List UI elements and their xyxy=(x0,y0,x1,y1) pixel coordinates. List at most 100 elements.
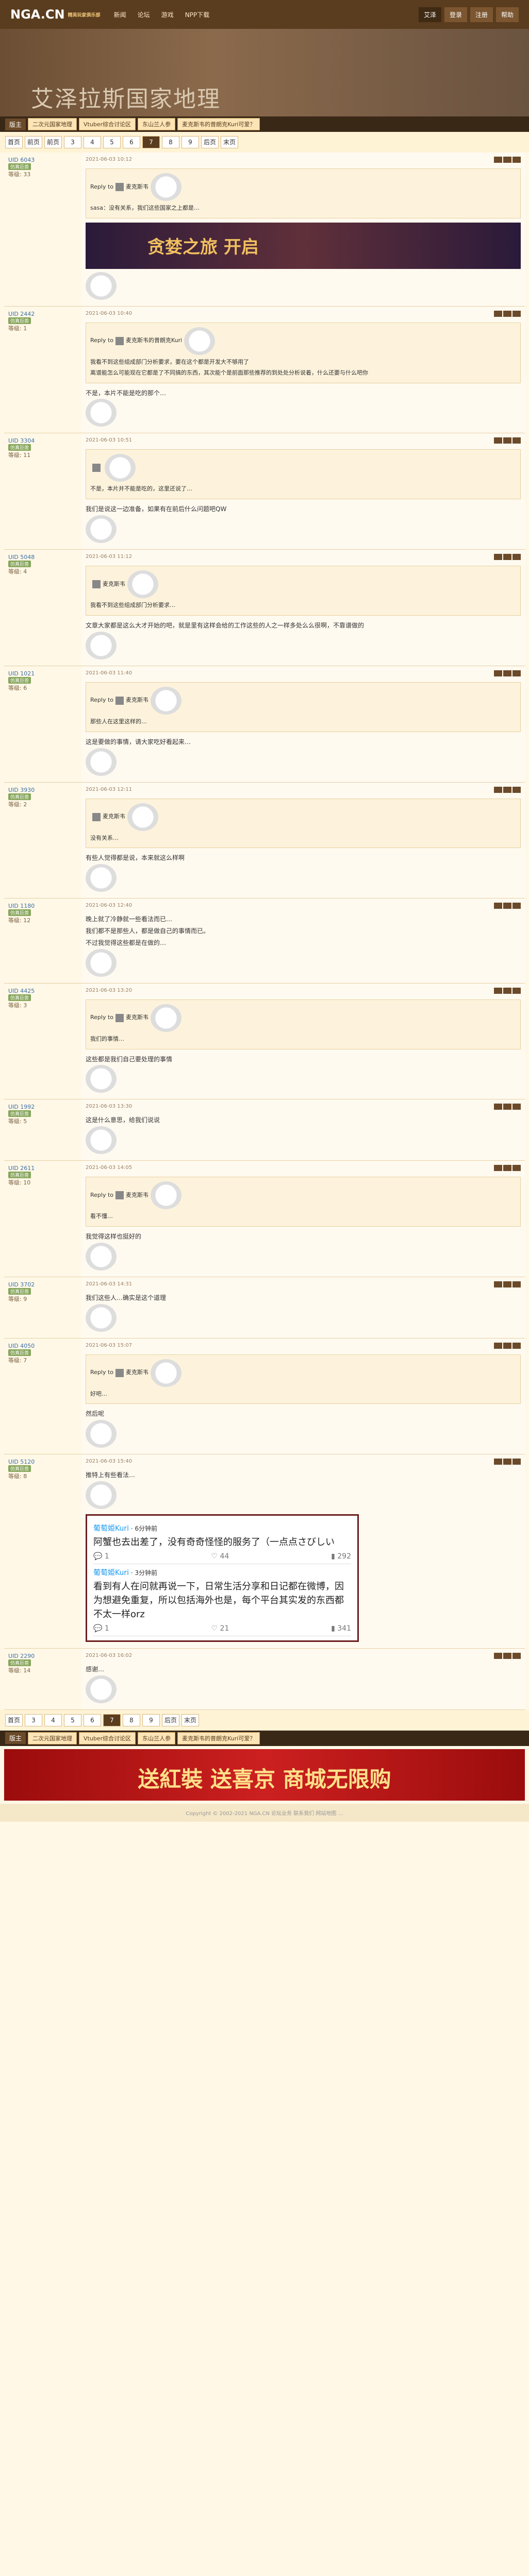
subforum-link-3[interactable]: 东山兰人参 xyxy=(138,118,176,130)
more-icon[interactable] xyxy=(513,903,521,909)
quote-icon[interactable] xyxy=(503,437,511,444)
more-icon[interactable] xyxy=(513,437,521,444)
page-9[interactable]: 9 xyxy=(142,1714,160,1726)
nav-item-download[interactable]: NPP下载 xyxy=(182,8,212,21)
page-first[interactable]: 首页 xyxy=(5,1714,23,1726)
game-banner-image[interactable]: 贪婪之旅 开启 xyxy=(86,222,521,269)
nav-item-forum[interactable]: 论坛 xyxy=(135,8,153,21)
author-uid[interactable]: UID 2442 xyxy=(8,311,77,317)
reply-count[interactable]: 💬 1 xyxy=(93,1552,109,1561)
quote-icon[interactable] xyxy=(503,987,511,994)
forum-home-button[interactable]: 艾泽 xyxy=(418,7,441,22)
page-7[interactable]: 7 xyxy=(103,1714,121,1726)
quote-icon[interactable] xyxy=(503,1281,511,1287)
quote-icon[interactable] xyxy=(503,1459,511,1465)
quote-icon[interactable] xyxy=(503,310,511,317)
reply-icon[interactable] xyxy=(494,310,502,317)
more-icon[interactable] xyxy=(513,1165,521,1172)
bottom-advertisement[interactable]: 送紅裝 送喜京 商城无限购 xyxy=(4,1749,525,1801)
more-icon[interactable] xyxy=(513,670,521,676)
register-button[interactable]: 注册 xyxy=(470,7,493,22)
avatar[interactable] xyxy=(115,696,124,705)
quote-icon[interactable] xyxy=(503,554,511,561)
more-icon[interactable] xyxy=(513,1104,521,1110)
help-button[interactable]: 帮助 xyxy=(495,7,519,22)
quote-icon[interactable] xyxy=(503,1342,511,1349)
avatar[interactable] xyxy=(115,1368,124,1377)
page-6[interactable]: 6 xyxy=(84,1714,101,1726)
avatar[interactable] xyxy=(115,1191,124,1200)
quote-icon[interactable] xyxy=(503,1653,511,1659)
page-last[interactable]: 末页 xyxy=(221,136,238,148)
author-uid[interactable]: UID 6043 xyxy=(8,157,77,163)
quoted-user[interactable]: 麦克斯韦 xyxy=(126,182,148,193)
reply-icon[interactable] xyxy=(494,987,502,994)
author-uid[interactable]: UID 3304 xyxy=(8,437,77,444)
author-uid[interactable]: UID 3930 xyxy=(8,787,77,793)
subforum-link-3[interactable]: 东山兰人参 xyxy=(138,1732,176,1744)
author-uid[interactable]: UID 1992 xyxy=(8,1104,77,1110)
reply-icon[interactable] xyxy=(494,1281,502,1287)
more-icon[interactable] xyxy=(513,310,521,317)
quote-icon[interactable] xyxy=(503,670,511,676)
page-4[interactable]: 4 xyxy=(44,1714,62,1726)
section-label[interactable]: 版主 xyxy=(5,1732,26,1744)
subforum-link-1[interactable]: 二次元国家地理 xyxy=(28,1732,77,1744)
quoted-user[interactable]: 麦克斯韦的普朗克Kuri xyxy=(126,335,182,346)
reply-icon[interactable] xyxy=(494,437,502,444)
author-uid[interactable]: UID 1021 xyxy=(8,670,77,677)
author-uid[interactable]: UID 5120 xyxy=(8,1459,77,1465)
more-icon[interactable] xyxy=(513,1281,521,1287)
login-button[interactable]: 登录 xyxy=(444,7,467,22)
avatar[interactable] xyxy=(92,812,101,821)
avatar[interactable] xyxy=(115,183,124,191)
reply-icon[interactable] xyxy=(494,786,502,793)
page-next[interactable]: 后页 xyxy=(162,1714,179,1726)
reply-icon[interactable] xyxy=(494,670,502,676)
page-9[interactable]: 9 xyxy=(181,136,199,148)
author-uid[interactable]: UID 4425 xyxy=(8,988,77,994)
like-count[interactable]: ♡ 21 xyxy=(211,1624,229,1633)
more-icon[interactable] xyxy=(513,554,521,561)
page-8[interactable]: 8 xyxy=(123,1714,140,1726)
quoted-user[interactable]: 麦克斯韦 xyxy=(126,1367,148,1378)
reply-icon[interactable] xyxy=(494,1459,502,1465)
nav-item-news[interactable]: 新闻 xyxy=(111,8,129,21)
reply-icon[interactable] xyxy=(494,903,502,909)
reply-icon[interactable] xyxy=(494,554,502,561)
page-5[interactable]: 5 xyxy=(103,136,121,148)
page-4[interactable]: 4 xyxy=(84,136,101,148)
author-uid[interactable]: UID 3702 xyxy=(8,1281,77,1288)
reply-icon[interactable] xyxy=(494,1165,502,1172)
reply-count[interactable]: 💬 1 xyxy=(93,1624,109,1633)
page-first[interactable]: 首页 xyxy=(5,136,23,148)
quoted-user[interactable]: 麦克斯韦 xyxy=(126,1012,148,1023)
tweet-author[interactable]: 葡萄姫Kuri xyxy=(93,1569,129,1577)
reply-icon[interactable] xyxy=(494,1653,502,1659)
quote-icon[interactable] xyxy=(503,1165,511,1172)
quote-icon[interactable] xyxy=(503,786,511,793)
quoted-user[interactable]: 麦克斯韦 xyxy=(126,695,148,706)
like-count[interactable]: ♡ 44 xyxy=(211,1552,229,1561)
subforum-link-4[interactable]: 麦克斯韦的普朗克Kuri可爱？ xyxy=(177,1732,260,1744)
page-last[interactable]: 末页 xyxy=(181,1714,199,1726)
more-icon[interactable] xyxy=(513,1342,521,1349)
subforum-link-4[interactable]: 麦克斯韦的普朗克Kuri可爱？ xyxy=(177,118,260,130)
tweet-author[interactable]: 葡萄姫Kuri xyxy=(93,1524,129,1533)
author-uid[interactable]: UID 5048 xyxy=(8,554,77,561)
reply-icon[interactable] xyxy=(494,1342,502,1349)
avatar[interactable] xyxy=(115,1013,124,1022)
quoted-user[interactable]: 麦克斯韦 xyxy=(103,579,125,590)
more-icon[interactable] xyxy=(513,1653,521,1659)
author-uid[interactable]: UID 4050 xyxy=(8,1343,77,1349)
author-uid[interactable]: UID 2611 xyxy=(8,1165,77,1172)
subforum-link-2[interactable]: Vtuber综合讨论区 xyxy=(79,118,136,130)
author-uid[interactable]: UID 2290 xyxy=(8,1653,77,1659)
avatar[interactable] xyxy=(115,336,124,345)
page-7[interactable]: 7 xyxy=(142,136,160,148)
page-next[interactable]: 后页 xyxy=(201,136,219,148)
reply-icon[interactable] xyxy=(494,157,502,163)
page-prev[interactable]: 前页 xyxy=(25,136,42,148)
more-icon[interactable] xyxy=(513,1459,521,1465)
site-logo[interactable]: NGA.CN 精英玩家俱乐部 xyxy=(10,7,101,22)
